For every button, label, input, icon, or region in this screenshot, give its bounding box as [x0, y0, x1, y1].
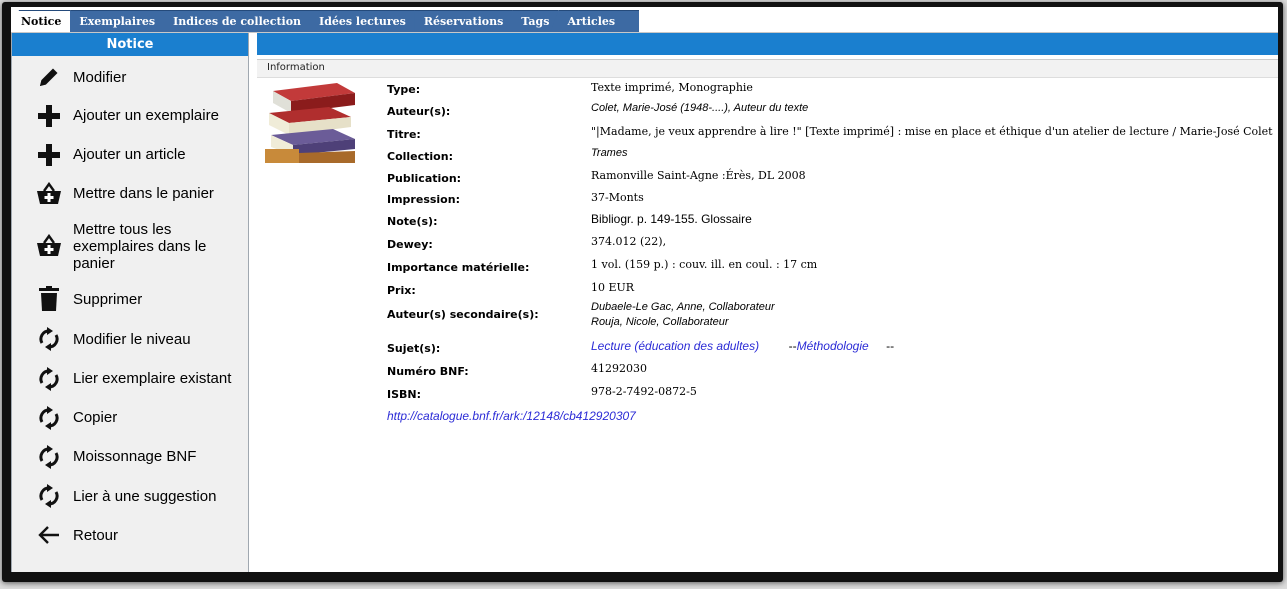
field-label: Publication:: [387, 172, 462, 185]
tab-tags[interactable]: Tags: [504, 10, 559, 32]
catalogue-bnf-link[interactable]: http://catalogue.bnf.fr/ark:/12148/cb412…: [387, 409, 636, 423]
sidebar-item-supprimer[interactable]: Supprimer: [12, 279, 248, 319]
sidebar-item-label: Copier: [73, 409, 118, 426]
basket-add-icon: [35, 180, 63, 208]
basket-add-icon: [35, 232, 63, 260]
field-value: 41292030: [591, 362, 647, 375]
field-value: 10 EUR: [591, 281, 635, 294]
header-strip: [257, 33, 1278, 55]
tabs: Notice Exemplaires Indices de collection…: [11, 10, 640, 32]
sidebar-item-mettre-panier[interactable]: Mettre dans le panier: [12, 174, 248, 213]
sidebar-item-label: Mettre dans le panier: [73, 185, 214, 202]
sidebar-item-label: Retour: [73, 526, 119, 544]
sidebar-item-label: Modifier: [73, 68, 127, 86]
sidebar-item-modifier[interactable]: Modifier: [12, 58, 248, 96]
field-label: ISBN:: [387, 388, 422, 401]
refresh-icon: [35, 482, 63, 510]
field-label: Impression:: [387, 193, 460, 206]
refresh-icon: [35, 404, 63, 432]
field-value: Texte imprimé, Monographie: [591, 81, 753, 94]
field-label: Sujet(s):: [387, 342, 441, 355]
sidebar-item-ajouter-article[interactable]: Ajouter un article: [12, 135, 248, 174]
sidebar-item-label: Modifier le niveau: [73, 330, 191, 348]
collection-link[interactable]: Trames: [591, 147, 627, 159]
field-value: 374.012 (22),: [591, 235, 667, 248]
field-label: Prix:: [387, 284, 416, 297]
sidebar: Notice Modifier Ajouter un exemplaire Aj…: [11, 33, 249, 572]
refresh-icon: [35, 325, 63, 353]
arrow-left-icon: [35, 521, 63, 549]
sidebar-item-lier-suggestion[interactable]: Lier à une suggestion: [12, 476, 248, 516]
field-label: Dewey:: [387, 238, 433, 251]
sidebar-item-label: Lier à une suggestion: [73, 487, 217, 505]
subject-link[interactable]: Méthodologie: [797, 339, 869, 353]
main-panel: Information Type: Texte imprimé, Monogra…: [257, 33, 1278, 572]
field-value: "|Madame, je veux apprendre à lire !" [T…: [591, 125, 1273, 138]
sidebar-title: Notice: [12, 33, 248, 56]
sidebar-item-mettre-tous-panier[interactable]: Mettre tous les exemplaires dans le pani…: [12, 213, 248, 279]
tab-articles[interactable]: Articles: [550, 10, 640, 32]
subject-link[interactable]: Lecture (éducation des adultes): [591, 339, 759, 353]
refresh-icon: [35, 443, 63, 471]
section-label: Information: [257, 59, 1278, 78]
plus-icon: [35, 141, 63, 169]
sidebar-item-moissonnage-bnf[interactable]: Moissonnage BNF: [12, 437, 248, 476]
tab-exemplaires[interactable]: Exemplaires: [62, 10, 165, 32]
field-label: Numéro BNF:: [387, 365, 469, 378]
secondary-author-link[interactable]: Rouja, Nicole, Collaborateur: [591, 316, 729, 328]
sidebar-item-label: Ajouter un exemplaire: [73, 107, 219, 124]
plus-icon: [35, 102, 63, 130]
subjects: Lecture (éducation des adultes) --Méthod…: [591, 339, 894, 353]
subject-separator: --: [788, 339, 797, 353]
field-label: Importance matérielle:: [387, 261, 530, 274]
field-value: 37-Monts: [591, 191, 644, 204]
pencil-icon: [35, 63, 63, 91]
author-link[interactable]: Colet, Marie-José (1948-....), Auteur du…: [591, 102, 808, 114]
sidebar-item-label: Mettre tous les exemplaires dans le pani…: [73, 220, 207, 272]
sidebar-item-retour[interactable]: Retour: [12, 516, 248, 554]
secondary-author-link[interactable]: Dubaele-Le Gac, Anne, Collaborateur: [591, 301, 775, 313]
refresh-icon: [35, 365, 63, 393]
field-value: Bibliogr. p. 149-155. Glossaire: [591, 212, 752, 226]
field-label: Auteur(s) secondaire(s):: [387, 308, 539, 321]
tab-reservations[interactable]: Réservations: [406, 10, 513, 32]
field-value: Ramonville Saint-Agne :Érès, DL 2008: [591, 169, 806, 182]
tab-bar: Notice Exemplaires Indices de collection…: [11, 7, 1278, 33]
sidebar-item-label: Moissonnage BNF: [73, 448, 197, 465]
sidebar-item-label: Ajouter un article: [73, 146, 186, 163]
subject-separator: --: [886, 339, 895, 353]
sidebar-item-label: Supprimer: [73, 290, 143, 308]
tab-indices-de-collection[interactable]: Indices de collection: [156, 10, 311, 32]
field-label: Note(s):: [387, 215, 438, 228]
sidebar-item-modifier-niveau[interactable]: Modifier le niveau: [12, 319, 248, 359]
sidebar-item-copier[interactable]: Copier: [12, 398, 248, 437]
field-value: 1 vol. (159 p.) : couv. ill. en coul. : …: [591, 258, 818, 271]
sidebar-item-lier-exemplaire[interactable]: Lier exemplaire existant: [12, 359, 248, 398]
field-label: Titre:: [387, 128, 421, 141]
field-label: Auteur(s):: [387, 105, 451, 118]
tab-idees-lectures[interactable]: Idées lectures: [302, 10, 415, 32]
tab-notice[interactable]: Notice: [11, 10, 71, 32]
field-label: Collection:: [387, 150, 453, 163]
app-window: Notice Exemplaires Indices de collection…: [11, 7, 1278, 572]
sidebar-item-label: Lier exemplaire existant: [73, 370, 232, 387]
field-value: 978-2-7492-0872-5: [591, 385, 697, 398]
trash-icon: [35, 285, 63, 313]
sidebar-item-ajouter-exemplaire[interactable]: Ajouter un exemplaire: [12, 96, 248, 135]
book-cover-image: [259, 83, 359, 163]
field-label: Type:: [387, 83, 421, 96]
